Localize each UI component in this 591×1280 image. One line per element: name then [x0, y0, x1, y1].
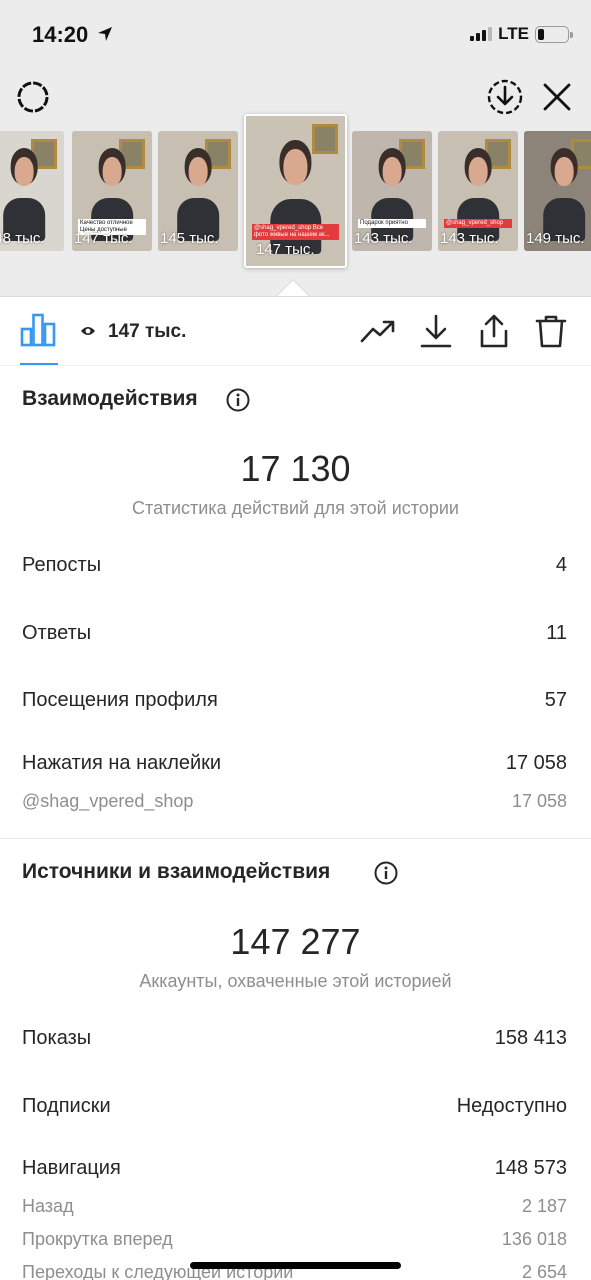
- navigation-label: Навигация: [22, 1157, 121, 1179]
- story-thumbnail[interactable]: 148 тыс.: [0, 131, 64, 251]
- story-header: 14:20 LTE 148 тыс. Качество отличное Цены…: [0, 0, 591, 296]
- story-person: [457, 157, 499, 242]
- interactions-caption: Статистика действий для этой истории: [132, 498, 459, 518]
- share-icon: [480, 314, 508, 348]
- forward-label: Прокрутка вперед: [22, 1229, 173, 1249]
- story-thumbnail[interactable]: Качество отличное Цены доступные 147 тыс.: [72, 131, 152, 251]
- sticker-account-label[interactable]: @shag_vpered_shop: [22, 791, 193, 812]
- download-icon: [420, 314, 452, 348]
- back-label: Назад: [22, 1196, 74, 1216]
- story-thumbnail[interactable]: Подарок приятно 143 тыс.: [352, 131, 432, 251]
- story-thumbnail[interactable]: @shag_vpered_shop 143 тыс.: [438, 131, 518, 251]
- reach-caption: Аккаунты, охваченные этой историей: [139, 971, 452, 991]
- story-sticker-text: @shag_vpered_shop Все фото живые на наше…: [252, 224, 339, 240]
- next-story-value: 2 654: [521, 1262, 567, 1280]
- signal-icon: [470, 27, 493, 41]
- status-time: 14:20: [32, 22, 89, 47]
- follows-value: Недоступно: [456, 1095, 567, 1117]
- impressions-label: Показы: [22, 1027, 92, 1049]
- trash-icon: [535, 315, 567, 348]
- eye-icon: [81, 327, 95, 335]
- trend-icon: [360, 320, 395, 343]
- story-views: 148 тыс.: [0, 230, 45, 247]
- replies-label: Ответы: [22, 622, 92, 644]
- battery-icon: [535, 25, 573, 43]
- interactions-title: Взаимодействия: [22, 387, 198, 410]
- story-person: [543, 157, 585, 242]
- navigation-value: 148 573: [494, 1157, 567, 1179]
- sticker-taps-label: Нажатия на наклейки: [22, 752, 222, 774]
- profile-visits-label: Посещения профиля: [22, 689, 218, 711]
- story-views: 143 тыс.: [354, 230, 413, 247]
- forward-value: 136 018: [501, 1229, 567, 1249]
- delete-button[interactable]: [533, 313, 569, 349]
- story-thumbnail[interactable]: 149 тыс.: [524, 131, 591, 251]
- story-sticker-text: @shag_vpered_shop: [444, 219, 512, 228]
- reposts-value: 4: [555, 554, 567, 576]
- sticker-taps-value: 17 058: [505, 752, 567, 774]
- network-label: LTE: [498, 24, 529, 43]
- story-views: 147 тыс.: [74, 230, 133, 247]
- story-toolbar: 147 тыс.: [0, 296, 591, 366]
- home-indicator[interactable]: [190, 1262, 401, 1269]
- sources-title: Источники и взаимодействия: [22, 860, 331, 883]
- promote-button[interactable]: [360, 313, 396, 349]
- follows-label: Подписки: [22, 1095, 111, 1117]
- reach-total: 147 277: [230, 921, 361, 962]
- story-thumbnail-selected[interactable]: @shag_vpered_shop Все фото живые на наше…: [244, 114, 347, 268]
- insights-tab[interactable]: [20, 313, 58, 365]
- story-sticker-text: Подарок приятно: [358, 219, 426, 228]
- section-divider: [0, 838, 591, 839]
- profile-visits-value: 57: [544, 689, 567, 711]
- impressions-value: 158 413: [494, 1027, 567, 1049]
- back-value: 2 187: [521, 1196, 567, 1216]
- story-views: 147 тыс.: [256, 241, 315, 258]
- status-indicators: LTE: [470, 24, 573, 44]
- reposts-label: Репосты: [22, 554, 102, 576]
- info-icon[interactable]: [226, 388, 250, 412]
- story-views: 145 тыс.: [160, 230, 219, 247]
- story-thumbnail[interactable]: 145 тыс.: [158, 131, 238, 251]
- sticker-account-value: 17 058: [511, 791, 567, 811]
- story-person: [371, 157, 413, 242]
- story-person: [177, 157, 219, 242]
- interactions-total: 17 130: [240, 448, 351, 489]
- location-arrow-icon: [98, 27, 112, 41]
- chart-icon: [20, 313, 56, 347]
- story-views: 143 тыс.: [440, 230, 499, 247]
- story-carousel[interactable]: 148 тыс. Качество отличное Цены доступные…: [0, 110, 591, 280]
- share-button[interactable]: [476, 313, 512, 349]
- info-icon[interactable]: [374, 861, 398, 885]
- story-view-count: 147 тыс.: [108, 321, 187, 342]
- status-bar: 14:20 LTE: [0, 0, 591, 70]
- story-person: [3, 157, 45, 242]
- story-views: 149 тыс.: [526, 230, 585, 247]
- replies-value: 11: [546, 622, 567, 644]
- download-button[interactable]: [418, 313, 454, 349]
